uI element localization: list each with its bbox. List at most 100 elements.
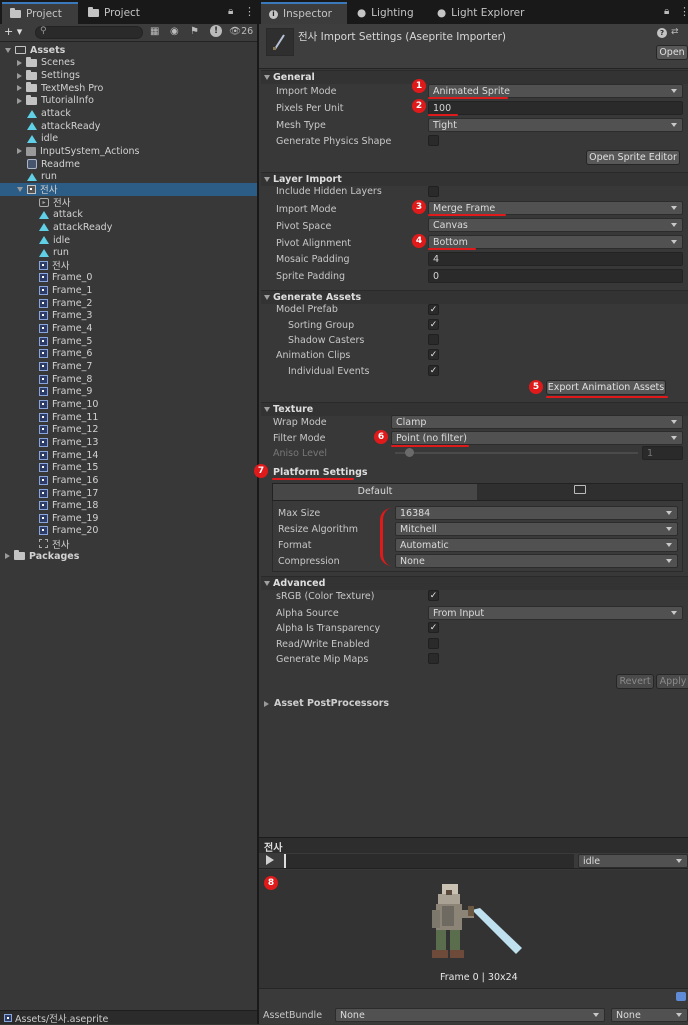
tab-project-2[interactable]: Project [80, 2, 160, 24]
individual-events-checkbox[interactable]: ✓ [428, 365, 439, 376]
chevron-right-icon[interactable] [17, 97, 22, 104]
tree-item[interactable]: InputSystem_Actions [0, 145, 257, 158]
tree-item[interactable]: Frame_7 [0, 360, 257, 373]
assetbundle-variant-dropdown[interactable]: None [611, 1008, 688, 1022]
timeline-bar[interactable] [284, 854, 574, 868]
compression-dropdown[interactable]: None [395, 554, 678, 568]
clip-dropdown[interactable]: idle [578, 854, 688, 868]
tree-item[interactable]: idle [0, 133, 257, 146]
max-size-dropdown[interactable]: 16384 [395, 506, 678, 520]
tree-item[interactable]: attackReady [0, 221, 257, 234]
tree-item[interactable]: Frame_16 [0, 474, 257, 487]
chevron-right-icon[interactable] [17, 85, 22, 92]
chevron-right-icon[interactable] [17, 72, 22, 79]
open-button[interactable]: Open [656, 45, 688, 60]
sorting-group-checkbox[interactable]: ✓ [428, 319, 439, 330]
tree-item[interactable]: Frame_12 [0, 424, 257, 437]
tree-item[interactable]: Frame_9 [0, 386, 257, 399]
section-layer-import[interactable]: Layer Import [261, 172, 688, 186]
filter-mode-dropdown[interactable]: Point (no filter) [391, 431, 683, 445]
kebab-menu-icon[interactable]: ⋮ [244, 5, 255, 18]
section-generate-assets[interactable]: Generate Assets [261, 290, 688, 304]
import-mode-dropdown[interactable]: Animated Sprite [428, 84, 683, 98]
tree-item[interactable]: attack [0, 208, 257, 221]
tree-item[interactable]: Scenes [0, 56, 257, 70]
tree-item[interactable]: 전사 [0, 537, 257, 551]
tab-lighting[interactable]: ● Lighting [349, 2, 427, 24]
label-filter-icon[interactable]: ⚑ [190, 26, 199, 37]
scene-search-icon[interactable]: ▦ [150, 26, 159, 37]
tree-item[interactable]: ▸ 전사 [0, 196, 257, 209]
apply-button[interactable]: Apply [656, 674, 688, 689]
lock-icon[interactable]: 🔒︎ [228, 6, 233, 17]
tree-item[interactable]: Readme [0, 158, 257, 171]
pivot-alignment-dropdown[interactable]: Bottom [428, 235, 683, 249]
asset-postprocessors-foldout[interactable]: Asset PostProcessors [264, 698, 389, 709]
chevron-right-icon[interactable] [17, 59, 22, 66]
monitor-icon[interactable] [574, 485, 586, 494]
section-general[interactable]: General [261, 70, 688, 84]
tree-item[interactable]: Frame_0 [0, 272, 257, 285]
tree-item[interactable]: Frame_17 [0, 487, 257, 500]
animation-clips-checkbox[interactable]: ✓ [428, 349, 439, 360]
tree-item[interactable]: Frame_1 [0, 284, 257, 297]
tab-light-explorer[interactable]: ● Light Explorer [429, 2, 539, 24]
help-icon[interactable]: ? [657, 28, 667, 38]
hidden-packages-toggle[interactable]: 👁︎26 [229, 26, 253, 37]
aniso-slider-thumb[interactable] [405, 448, 414, 457]
generate-physics-checkbox[interactable] [428, 135, 439, 146]
tree-item[interactable]: Frame_19 [0, 512, 257, 525]
tree-item[interactable]: Settings [0, 69, 257, 82]
tree-item[interactable]: Packages [0, 550, 257, 563]
chevron-down-icon[interactable] [17, 186, 23, 192]
sprite-padding-field[interactable]: 0 [428, 269, 683, 283]
mesh-type-dropdown[interactable]: Tight [428, 118, 683, 132]
include-hidden-layers-checkbox[interactable] [428, 186, 439, 197]
warning-filter-icon[interactable]: ! [210, 25, 222, 37]
tree-item[interactable]: Frame_5 [0, 335, 257, 348]
section-advanced[interactable]: Advanced [261, 576, 688, 590]
chevron-right-icon[interactable] [5, 553, 10, 560]
tree-item[interactable]: Frame_3 [0, 310, 257, 323]
generate-mipmaps-checkbox[interactable] [428, 653, 439, 664]
tree-item[interactable]: attack [0, 107, 257, 120]
format-dropdown[interactable]: Automatic [395, 538, 678, 552]
play-button[interactable] [266, 855, 274, 865]
export-animation-assets-button[interactable]: Export Animation Assets [546, 380, 666, 395]
tree-item[interactable]: TextMesh Pro [0, 82, 257, 95]
assetbundle-name-dropdown[interactable]: None [335, 1008, 605, 1022]
tree-item[interactable]: Frame_11 [0, 411, 257, 424]
chevron-right-icon[interactable] [17, 148, 22, 155]
tab-inspector[interactable]: i Inspector [261, 2, 347, 24]
tree-item[interactable]: run [0, 171, 257, 184]
pivot-space-dropdown[interactable]: Canvas [428, 218, 683, 232]
tree-item[interactable]: Frame_6 [0, 348, 257, 361]
preset-icon[interactable]: ⇄ [671, 27, 679, 37]
tree-item[interactable]: Frame_13 [0, 436, 257, 449]
tree-item[interactable]: Frame_4 [0, 322, 257, 335]
tree-item[interactable]: Frame_2 [0, 297, 257, 310]
mosaic-padding-field[interactable]: 4 [428, 252, 683, 266]
pixels-per-unit-field[interactable]: 100 [428, 101, 683, 115]
add-button[interactable]: + ▾ [4, 25, 22, 38]
tree-item[interactable]: 전사 [0, 259, 257, 272]
open-sprite-editor-button[interactable]: Open Sprite Editor [586, 150, 680, 165]
chevron-down-icon[interactable] [5, 47, 11, 53]
srgb-checkbox[interactable]: ✓ [428, 590, 439, 601]
aniso-slider-track[interactable] [395, 452, 638, 454]
tab-platform-default[interactable]: Default [273, 484, 477, 500]
tree-item[interactable]: run [0, 246, 257, 259]
wrap-mode-dropdown[interactable]: Clamp [391, 415, 683, 429]
filter-type-icon[interactable]: ◉ [170, 26, 179, 37]
tree-item[interactable]: Frame_10 [0, 398, 257, 411]
section-texture[interactable]: Texture [261, 402, 688, 416]
kebab-menu-icon[interactable]: ⋮ [679, 5, 688, 18]
tree-item[interactable]: Frame_15 [0, 461, 257, 474]
search-input[interactable] [35, 26, 143, 39]
revert-button[interactable]: Revert [616, 674, 654, 689]
alpha-source-dropdown[interactable]: From Input [428, 606, 683, 620]
tab-project-1[interactable]: Project [2, 2, 78, 24]
tree-item[interactable]: Frame_20 [0, 525, 257, 538]
tree-item[interactable]: Assets [0, 44, 257, 57]
tree-item[interactable]: 전사 [0, 183, 257, 196]
